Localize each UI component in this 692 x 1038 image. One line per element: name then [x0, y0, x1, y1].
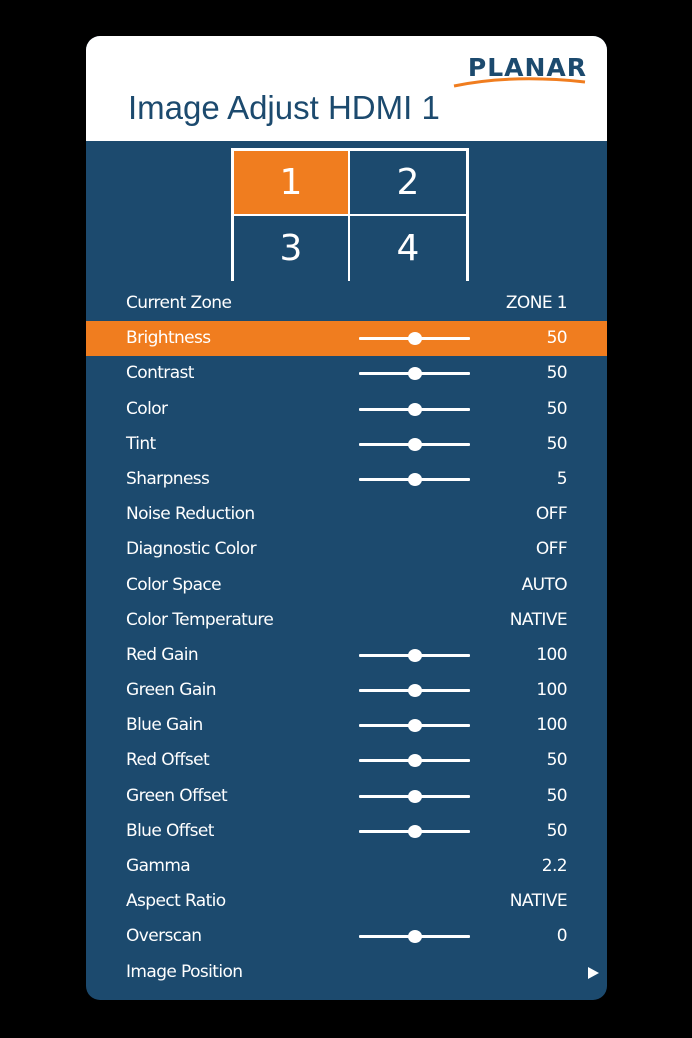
menu-item-value: 50 — [546, 398, 568, 419]
menu-item-label: Overscan — [126, 926, 202, 947]
menu-item-label: Blue Gain — [126, 715, 203, 736]
zone-3-button[interactable]: 3 — [234, 216, 350, 281]
menu-item-red-offset[interactable]: Red Offset 50 — [86, 743, 607, 778]
menu-item-label: Blue Offset — [126, 820, 214, 841]
contrast-slider[interactable] — [359, 367, 470, 381]
slider-knob[interactable] — [407, 437, 422, 451]
slider-knob[interactable] — [407, 824, 422, 838]
menu-item-noise-reduction[interactable]: Noise Reduction OFF — [86, 497, 607, 532]
menu-item-value: ZONE 1 — [505, 293, 568, 313]
color-slider[interactable] — [359, 402, 470, 416]
menu-item-value: 100 — [536, 644, 567, 665]
menu-item-overscan[interactable]: Overscan 0 — [86, 919, 607, 954]
menu-item-value: 0 — [556, 926, 568, 947]
menu-item-label: Sharpness — [126, 468, 210, 489]
menu-item-value: 100 — [536, 680, 567, 701]
green-gain-slider[interactable] — [359, 684, 470, 698]
slider-knob[interactable] — [407, 332, 422, 346]
menu-item-value: 50 — [546, 363, 568, 384]
menu-item-tint[interactable]: Tint 50 — [86, 427, 607, 462]
menu-item-value: 50 — [546, 328, 568, 349]
blue-offset-slider[interactable] — [359, 824, 470, 838]
menu-item-label: Color — [126, 398, 168, 419]
menu-item-label: Color Space — [126, 574, 222, 595]
slider-knob[interactable] — [407, 719, 422, 733]
tint-slider[interactable] — [359, 437, 470, 451]
menu-item-diagnostic-color[interactable]: Diagnostic Color OFF — [86, 532, 607, 567]
menu-item-label: Tint — [126, 433, 156, 454]
menu-item-label: Green Offset — [126, 785, 228, 806]
page-title: Image Adjust HDMI 1 — [128, 89, 440, 126]
red-gain-slider[interactable] — [359, 648, 470, 662]
menu-item-red-gain[interactable]: Red Gain 100 — [86, 638, 607, 673]
slider-knob[interactable] — [407, 472, 422, 486]
menu-list: Current Zone ZONE 1 Brightness 50 Contrast 50… — [86, 286, 607, 990]
slider-knob[interactable] — [407, 402, 422, 416]
menu-item-value: AUTO — [521, 574, 568, 595]
menu-item-color-temperature[interactable]: Color Temperature NATIVE — [86, 603, 607, 638]
menu-item-green-offset[interactable]: Green Offset 50 — [86, 779, 607, 814]
menu-item-brightness[interactable]: Brightness 50 — [86, 321, 607, 357]
sharpness-slider[interactable] — [359, 472, 470, 486]
menu-item-label: Current Zone — [126, 293, 232, 313]
menu-item-value: OFF — [535, 504, 568, 525]
menu-item-label: Image Position — [126, 961, 243, 982]
slider-knob[interactable] — [407, 789, 422, 803]
menu-item-label: Red Gain — [126, 644, 199, 665]
menu-item-label: Red Offset — [126, 750, 210, 771]
menu-item-value: NATIVE — [509, 609, 568, 630]
menu-item-blue-gain[interactable]: Blue Gain 100 — [86, 708, 607, 743]
menu-item-label: Contrast — [126, 363, 194, 384]
slider-knob[interactable] — [407, 367, 422, 381]
menu-item-value: 100 — [536, 715, 567, 736]
menu-item-current-zone[interactable]: Current Zone ZONE 1 — [86, 286, 607, 321]
menu-item-gamma[interactable]: Gamma 2.2 — [86, 849, 607, 884]
menu-item-value: OFF — [535, 539, 568, 560]
zone-4-button[interactable]: 4 — [350, 216, 466, 281]
slider-knob[interactable] — [407, 684, 422, 698]
menu-item-value: 50 — [546, 785, 568, 806]
menu-item-green-gain[interactable]: Green Gain 100 — [86, 673, 607, 708]
brightness-slider[interactable] — [359, 332, 470, 346]
slider-knob[interactable] — [407, 754, 422, 768]
menu-item-aspect-ratio[interactable]: Aspect Ratio NATIVE — [86, 884, 607, 919]
planar-logo: PLANAR — [452, 54, 587, 90]
osd-panel: PLANAR Image Adjust HDMI 1 1 2 3 4 Curre… — [86, 36, 607, 1000]
zone-selector: 1 2 3 4 — [231, 148, 469, 281]
menu-item-label: Diagnostic Color — [126, 539, 257, 560]
blue-gain-slider[interactable] — [359, 719, 470, 733]
zone-1-button[interactable]: 1 — [234, 151, 350, 216]
red-offset-slider[interactable] — [359, 754, 470, 768]
osd-header: PLANAR Image Adjust HDMI 1 — [86, 36, 607, 141]
menu-item-value: 50 — [546, 820, 568, 841]
menu-item-sharpness[interactable]: Sharpness 5 — [86, 462, 607, 497]
menu-item-color-space[interactable]: Color Space AUTO — [86, 568, 607, 603]
menu-item-label: Brightness — [126, 328, 211, 349]
menu-item-label: Gamma — [126, 856, 191, 876]
menu-item-value: NATIVE — [509, 891, 568, 912]
arrow-right-icon — [588, 966, 599, 979]
overscan-slider[interactable] — [359, 930, 470, 944]
menu-item-color[interactable]: Color 50 — [86, 392, 607, 427]
menu-item-label: Color Temperature — [126, 609, 274, 630]
menu-item-value: 50 — [546, 750, 568, 771]
menu-item-value: 5 — [556, 468, 568, 489]
menu-item-label: Aspect Ratio — [126, 891, 226, 912]
menu-item-blue-offset[interactable]: Blue Offset 50 — [86, 814, 607, 849]
menu-item-image-position[interactable]: Image Position — [86, 955, 607, 990]
menu-item-value: 50 — [546, 433, 568, 454]
menu-item-label: Green Gain — [126, 680, 217, 701]
green-offset-slider[interactable] — [359, 789, 470, 803]
zone-2-button[interactable]: 2 — [350, 151, 466, 216]
menu-item-value: 2.2 — [541, 856, 568, 876]
logo-swoosh-icon — [453, 77, 586, 88]
slider-knob[interactable] — [407, 930, 422, 944]
slider-knob[interactable] — [407, 648, 422, 662]
menu-item-contrast[interactable]: Contrast 50 — [86, 356, 607, 391]
menu-item-label: Noise Reduction — [126, 504, 255, 525]
